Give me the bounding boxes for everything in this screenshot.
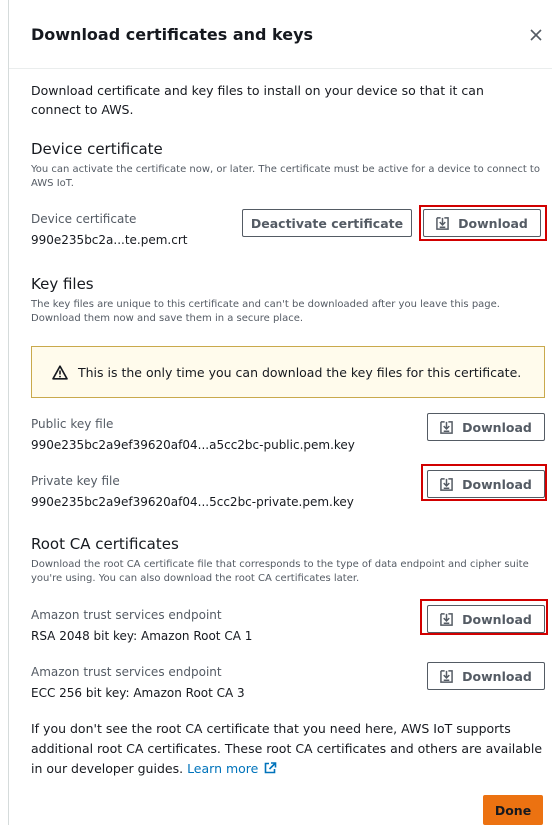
download-device-certificate-button[interactable]: Download [423,209,541,237]
download-label: Download [458,215,528,231]
download-root-ca-3-button[interactable]: Download [427,662,545,690]
device-certificate-value: 990e235bc2a...te.pem.crt [31,233,188,247]
close-button[interactable] [525,24,547,46]
public-key-value: 990e235bc2a9ef39620af04...a5cc2bc-public… [31,438,355,452]
download-label: Download [462,476,532,492]
root-ca-3-label: Amazon trust services endpoint [31,665,222,679]
download-icon [440,420,453,434]
done-label: Done [494,802,532,818]
learn-more-label: Learn more [187,761,259,776]
done-button[interactable]: Done [483,795,543,825]
download-icon [436,216,449,230]
warning-text: This is the only time you can download t… [78,364,522,380]
download-private-key-button[interactable]: Download [427,470,545,498]
deactivate-certificate-button[interactable]: Deactivate certificate [242,209,412,237]
modal: Download certificates and keys Download … [8,0,552,825]
intro-text: Download certificate and key files to in… [31,83,484,117]
close-icon [530,29,542,41]
device-certificate-description: You can activate the certificate now, or… [31,164,540,189]
root-ca-heading: Root CA certificates [31,535,179,553]
public-key-label: Public key file [31,417,114,431]
deactivate-certificate-label: Deactivate certificate [250,215,404,231]
footer-text: If you don't see the root CA certificate… [31,721,543,776]
download-label: Download [462,668,532,684]
download-root-ca-1-button[interactable]: Download [427,605,545,633]
learn-more-link[interactable]: Learn more [187,761,277,776]
download-icon [440,612,453,626]
key-files-description: The key files are unique to this certifi… [31,299,500,324]
root-ca-3-value: ECC 256 bit key: Amazon Root CA 3 [31,686,245,700]
root-ca-1-label: Amazon trust services endpoint [31,608,222,622]
warning-alert: This is the only time you can download t… [31,346,545,398]
device-certificate-heading: Device certificate [31,140,163,158]
root-ca-footer-text: If you don't see the root CA certificate… [31,719,549,779]
key-files-heading: Key files [31,275,94,293]
root-ca-1-value: RSA 2048 bit key: Amazon Root CA 1 [31,629,253,643]
download-label: Download [462,419,532,435]
root-ca-description: Download the root CA certificate file th… [31,559,529,584]
external-link-icon [265,762,277,774]
warning-icon [52,364,68,380]
modal-header: Download certificates and keys [9,0,552,69]
private-key-value: 990e235bc2a9ef39620af04...5cc2bc-private… [31,495,354,509]
download-icon [440,477,453,491]
download-label: Download [462,611,532,627]
download-icon [440,669,453,683]
download-public-key-button[interactable]: Download [427,413,545,441]
device-certificate-label: Device certificate [31,212,137,226]
private-key-label: Private key file [31,474,120,488]
modal-title: Download certificates and keys [31,25,314,44]
